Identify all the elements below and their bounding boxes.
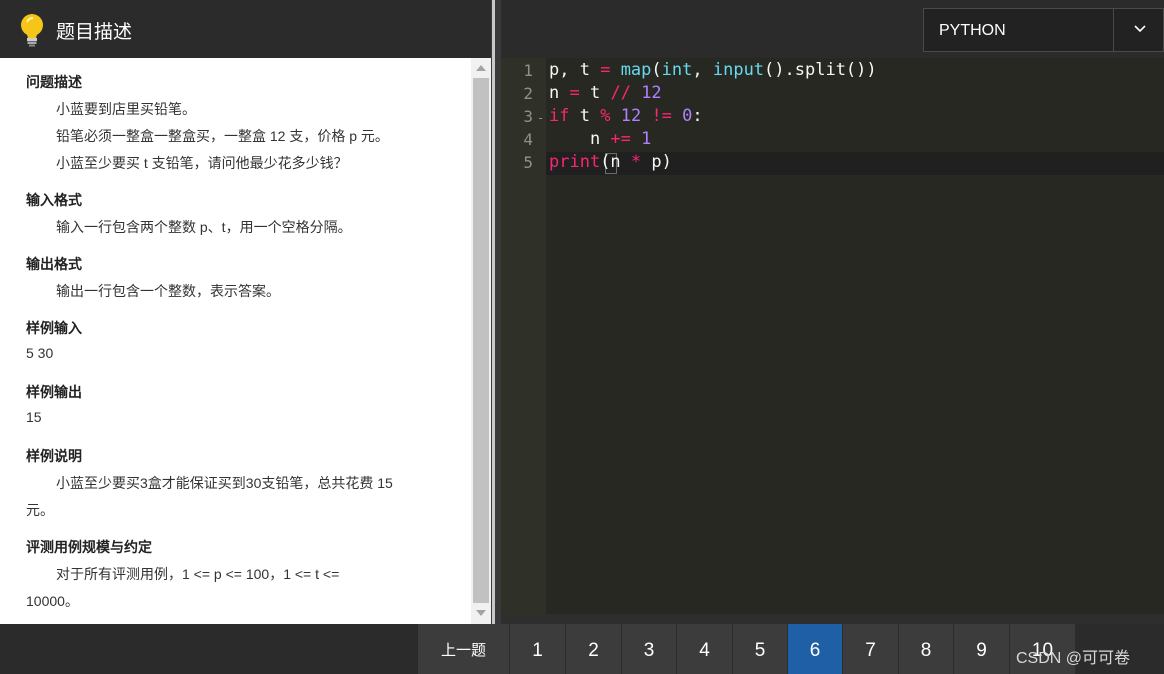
code-token: 0 <box>682 106 693 126</box>
code-line-5[interactable]: print(n * p) <box>549 152 672 172</box>
page-button-5[interactable]: 5 <box>733 624 788 674</box>
problem-header: 题目描述 <box>0 0 491 58</box>
code-line-1[interactable]: p, t = map(int, input().split()) <box>549 60 877 80</box>
problem-description: 问题描述 小蓝要到店里买铅笔。 铅笔必须一整盒一整盒买，一整盒 12 支，价格 … <box>0 58 471 624</box>
line-number: 4 <box>523 130 533 149</box>
code-token: != <box>651 106 672 126</box>
code-line-3[interactable]: if t % 12 != 0: <box>549 106 703 126</box>
section-text: 元。 <box>26 502 54 518</box>
code-token: input <box>712 60 765 80</box>
line-number: 2 <box>523 84 533 103</box>
scroll-thumb[interactable] <box>473 78 489 603</box>
section-title: 输出格式 <box>26 256 82 272</box>
code-token: 12 <box>620 106 642 126</box>
select-divider <box>1113 9 1114 51</box>
editor-footer-strip <box>501 614 1164 624</box>
section-text: 小蓝至少要买3盒才能保证买到30支铅笔，总共花费 15 <box>56 475 393 491</box>
scroll-down-arrow-icon[interactable] <box>476 610 486 616</box>
code-token: += <box>610 129 631 149</box>
code-token: % <box>600 106 611 126</box>
code-token: t <box>569 106 601 126</box>
code-token: * <box>630 152 642 172</box>
code-token: t <box>579 83 611 103</box>
code-token: p) <box>641 152 672 172</box>
section-text: 10000。 <box>26 593 79 609</box>
section-text: 小蓝至少要买 t 支铅笔，请问他最少花多少钱？ <box>56 155 348 171</box>
problem-panel: 题目描述 问题描述 小蓝要到店里买铅笔。 铅笔必须一整盒一整盒买，一整盒 12 … <box>0 0 491 624</box>
section-title: 样例输出 <box>26 384 82 400</box>
page-button-8[interactable]: 8 <box>899 624 954 674</box>
bottom-bar: 上一题 1 2 3 4 5 6 7 8 9 10 CSDN @可可卷 <box>0 624 1164 674</box>
section-title: 样例说明 <box>26 448 82 464</box>
section-text: 铅笔必须一整盒一整盒买，一整盒 12 支，价格 p 元。 <box>56 128 389 144</box>
section-title: 输入格式 <box>26 192 82 208</box>
page-button-7[interactable]: 7 <box>843 624 899 674</box>
code-token: : <box>692 106 703 126</box>
code-editor[interactable]: PYTHON 1 2 3 4 5 - p, t = map(int, input… <box>501 0 1164 624</box>
scroll-up-arrow-icon[interactable] <box>476 65 486 71</box>
code-token: ().split()) <box>764 60 877 80</box>
code-token: p, t <box>549 60 601 80</box>
section-text: 对于所有评测用例，1 <= p <= 100，1 <= t <= <box>56 566 340 582</box>
page-button-4[interactable]: 4 <box>677 624 733 674</box>
prev-problem-button[interactable]: 上一题 <box>418 624 510 674</box>
code-token: // <box>610 83 631 103</box>
vertical-scrollbar[interactable] <box>471 58 491 624</box>
section-title: 样例输入 <box>26 320 82 336</box>
code-token: ( <box>651 60 662 80</box>
section-title: 评测用例规模与约定 <box>26 539 152 555</box>
chevron-down-icon[interactable] <box>1133 22 1147 36</box>
sample-output: 15 <box>26 409 42 425</box>
code-token: , <box>692 60 713 80</box>
section-title: 问题描述 <box>26 74 82 90</box>
page-button-6[interactable]: 6 <box>788 624 843 674</box>
section-text: 输出一行包含一个整数，表示答案。 <box>56 283 280 299</box>
code-token: = <box>569 83 580 103</box>
section-text: 输入一行包含两个整数 p、t，用一个空格分隔。 <box>56 219 352 235</box>
code-token: print <box>549 152 601 172</box>
code-token: map <box>620 60 652 80</box>
code-token: if <box>549 106 570 126</box>
page-button-9[interactable]: 9 <box>954 624 1010 674</box>
problem-title: 题目描述 <box>56 22 133 43</box>
editor-toolbar: PYTHON <box>501 0 1164 58</box>
code-token: 12 <box>641 83 662 103</box>
sample-input: 5 30 <box>26 345 54 361</box>
page-button-2[interactable]: 2 <box>566 624 622 674</box>
code-token: n <box>549 83 570 103</box>
section-text: 小蓝要到店里买铅笔。 <box>56 101 196 117</box>
code-token: 1 <box>641 129 652 149</box>
code-token: n <box>549 129 611 149</box>
line-number: 5 <box>523 153 533 172</box>
code-line-2[interactable]: n = t // 12 <box>549 83 662 103</box>
code-token: = <box>600 60 611 80</box>
page-button-1[interactable]: 1 <box>510 624 566 674</box>
line-number-gutter: 1 2 3 4 5 <box>501 58 546 614</box>
fold-toggle-icon[interactable]: - <box>537 111 544 125</box>
language-label: PYTHON <box>939 22 1006 39</box>
page-button-3[interactable]: 3 <box>622 624 677 674</box>
code-line-4[interactable]: n += 1 <box>549 129 651 149</box>
watermark: CSDN @可可卷 <box>1016 650 1131 667</box>
code-token: int <box>661 60 693 80</box>
splitter-handle[interactable] <box>492 0 495 624</box>
line-number: 1 <box>523 61 533 80</box>
language-select[interactable]: PYTHON <box>923 8 1164 52</box>
lightbulb-icon <box>21 14 43 47</box>
code-token: (n <box>600 152 631 172</box>
line-number: 3 <box>523 107 533 126</box>
